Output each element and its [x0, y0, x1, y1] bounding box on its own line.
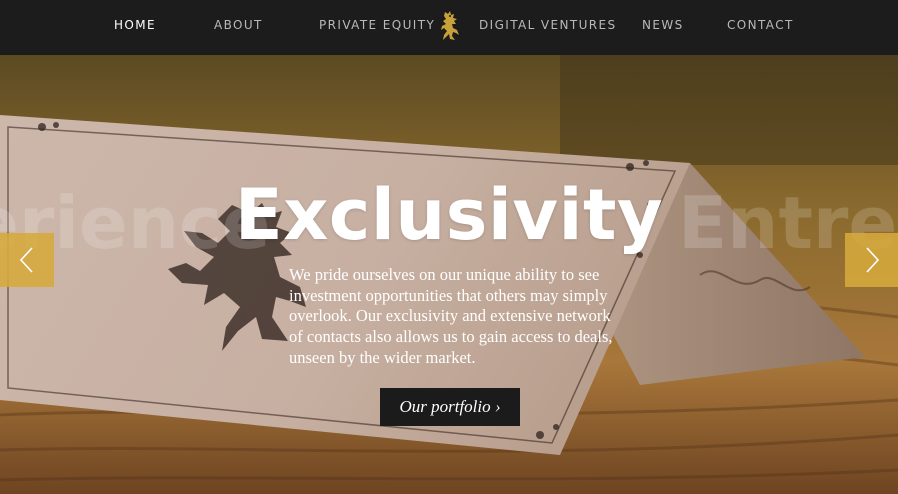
- nav-about[interactable]: ABOUT: [214, 18, 263, 32]
- slider-next-button[interactable]: [845, 233, 898, 287]
- nav-news[interactable]: NEWS: [642, 18, 684, 32]
- nav-private-equity[interactable]: PRIVATE EQUITY: [319, 18, 435, 32]
- hero-slider: erience Entrep Exclusivity We pride ours…: [0, 55, 898, 494]
- our-portfolio-button[interactable]: Our portfolio ›: [380, 388, 520, 426]
- nav-digital-ventures[interactable]: DIGITAL VENTURES: [479, 18, 617, 32]
- nav-home[interactable]: HOME: [114, 18, 156, 32]
- lion-rampant-icon[interactable]: [438, 10, 462, 42]
- nav-contact[interactable]: CONTACT: [727, 18, 794, 32]
- main-nav: HOME ABOUT PRIVATE EQUITY DIGITAL VENTUR…: [0, 0, 898, 55]
- chevron-right-icon: [866, 247, 880, 273]
- hero-headline: Exclusivity: [234, 174, 664, 256]
- slider-prev-button[interactable]: [0, 233, 54, 287]
- chevron-left-icon: [19, 247, 33, 273]
- hero-description: We pride ourselves on our unique ability…: [289, 265, 613, 367]
